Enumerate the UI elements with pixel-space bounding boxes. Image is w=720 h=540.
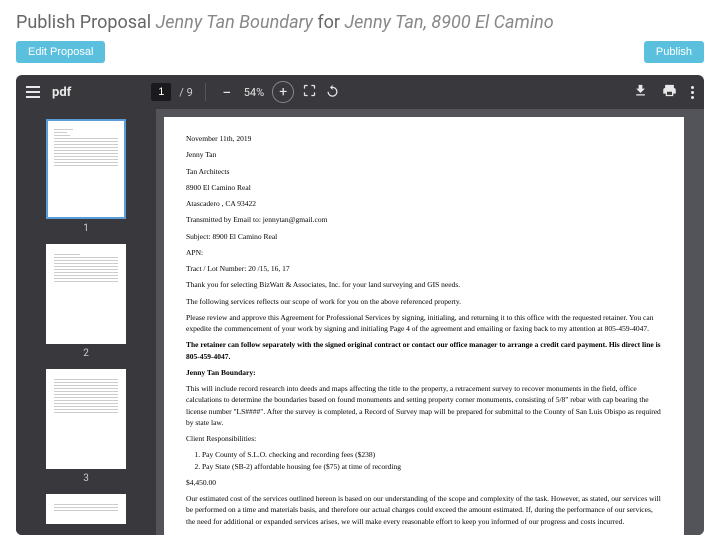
thumbnail-1[interactable] — [46, 119, 126, 219]
print-icon[interactable] — [662, 83, 677, 101]
rotate-icon[interactable] — [325, 83, 340, 101]
scrollbar[interactable] — [692, 109, 704, 535]
thumbnail-label: 2 — [83, 348, 89, 359]
page-title: Publish Proposal Jenny Tan Boundary for … — [16, 12, 704, 33]
pdf-viewer: pdf / 9 − 54% + 1 2 3 — [16, 75, 704, 535]
thumbnail-label: 3 — [83, 473, 89, 484]
zoom-in-button[interactable]: + — [272, 81, 294, 103]
page-area[interactable]: November 11th, 2019 Jenny Tan Tan Archit… — [156, 109, 692, 535]
menu-icon[interactable] — [26, 86, 40, 98]
thumbnail-4[interactable] — [46, 494, 126, 524]
pdf-label: pdf — [52, 85, 71, 100]
more-icon[interactable] — [691, 86, 694, 99]
thumbnail-panel: 1 2 3 — [16, 109, 156, 535]
edit-proposal-button[interactable]: Edit Proposal — [16, 41, 105, 63]
download-icon[interactable] — [633, 83, 648, 101]
page-number-input[interactable] — [151, 83, 171, 101]
thumbnail-2[interactable] — [46, 244, 126, 344]
publish-button[interactable]: Publish — [644, 41, 704, 63]
pdf-toolbar: pdf / 9 − 54% + — [16, 75, 704, 109]
fit-page-icon[interactable] — [302, 83, 317, 101]
zoom-level: 54% — [244, 86, 264, 99]
page-total: / 9 — [179, 86, 192, 99]
thumbnail-3[interactable] — [46, 369, 126, 469]
thumbnail-label: 1 — [83, 223, 89, 234]
zoom-out-button[interactable]: − — [218, 83, 236, 101]
pdf-page: November 11th, 2019 Jenny Tan Tan Archit… — [164, 117, 684, 535]
